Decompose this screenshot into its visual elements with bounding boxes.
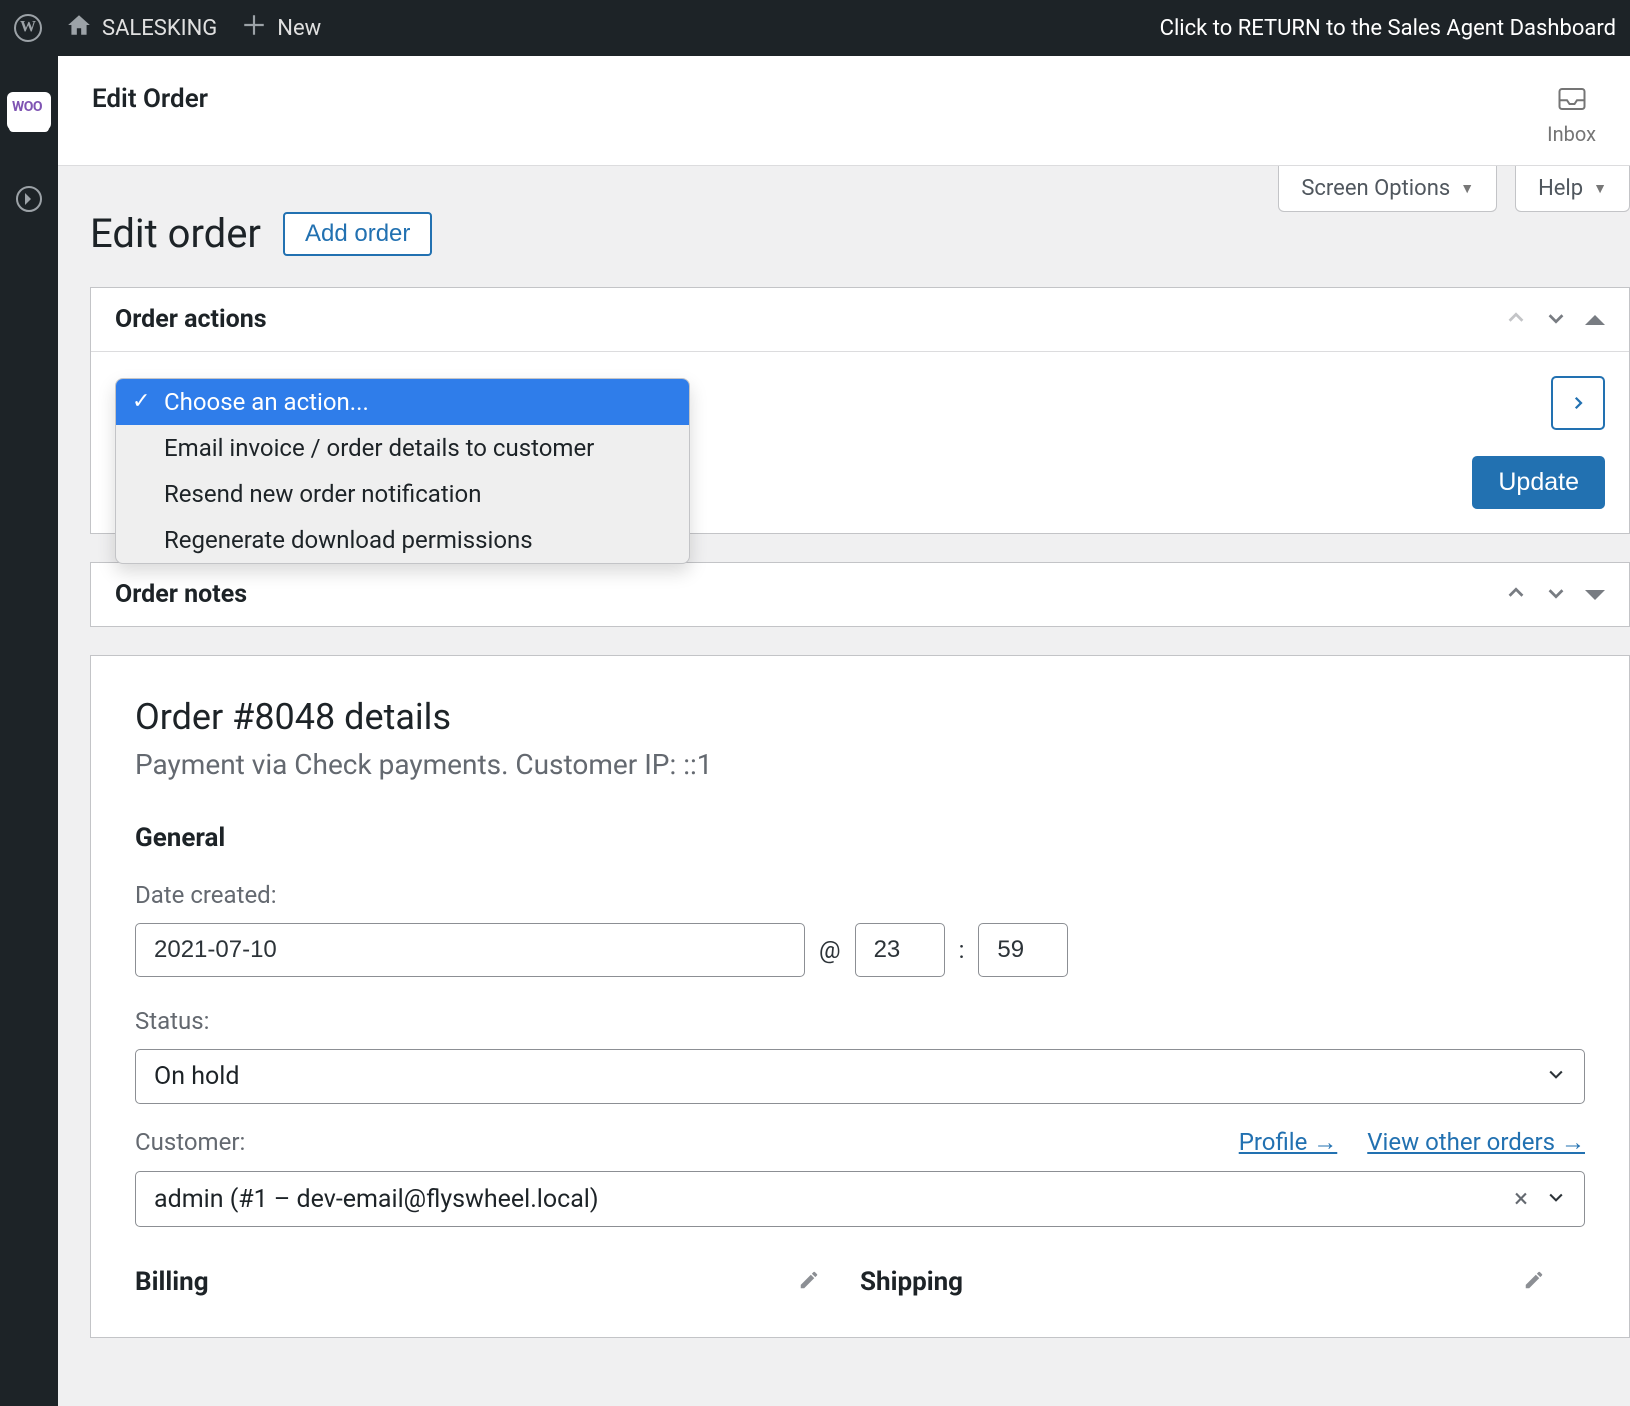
move-up-icon[interactable] xyxy=(1505,307,1527,333)
action-option-email-invoice[interactable]: Email invoice / order details to custome… xyxy=(116,425,689,471)
apply-action-button[interactable] xyxy=(1551,376,1605,430)
help-tab[interactable]: Help ▼ xyxy=(1515,166,1630,212)
at-separator: @ xyxy=(819,936,841,964)
action-option-resend-notification[interactable]: Resend new order notification xyxy=(116,471,689,517)
plus-icon xyxy=(241,12,267,44)
status-label: Status: xyxy=(135,1007,1585,1035)
move-up-icon[interactable] xyxy=(1505,582,1527,608)
help-label: Help xyxy=(1538,176,1583,201)
general-heading: General xyxy=(135,823,1585,853)
customer-select[interactable]: admin (#1 – dev-email@flyswheel.local) × xyxy=(135,1171,1585,1227)
action-option-choose[interactable]: Choose an action... xyxy=(116,379,689,425)
chevron-down-icon xyxy=(1546,1062,1566,1091)
inbox-icon xyxy=(1555,84,1589,114)
woocommerce-menu-icon[interactable]: WOO xyxy=(7,92,51,130)
date-created-label: Date created: xyxy=(135,881,1585,909)
order-notes-metabox: Order notes xyxy=(90,562,1630,627)
move-down-icon[interactable] xyxy=(1545,582,1567,608)
minute-input[interactable] xyxy=(978,923,1068,977)
admin-bar: SALESKING New Click to RETURN to the Sal… xyxy=(0,0,1630,56)
site-name-menu[interactable]: SALESKING xyxy=(66,12,217,44)
add-order-button[interactable]: Add order xyxy=(283,212,432,256)
customer-value: admin (#1 – dev-email@flyswheel.local) xyxy=(154,1185,599,1214)
collapse-menu-icon[interactable] xyxy=(16,186,42,212)
inbox-button[interactable]: Inbox xyxy=(1547,84,1596,146)
colon-separator: : xyxy=(959,936,965,964)
date-created-input[interactable] xyxy=(135,923,805,977)
customer-label: Customer: xyxy=(135,1128,245,1156)
edit-billing-icon[interactable] xyxy=(798,1269,820,1295)
wordpress-logo-icon xyxy=(14,14,42,42)
order-details-title: Order #8048 details xyxy=(135,696,1585,738)
shipping-heading: Shipping xyxy=(860,1267,963,1297)
toggle-panel-icon[interactable] xyxy=(1585,590,1605,600)
chevron-right-icon xyxy=(1569,394,1587,412)
action-option-regenerate-permissions[interactable]: Regenerate download permissions xyxy=(116,517,689,563)
order-notes-title: Order notes xyxy=(115,580,247,609)
update-button[interactable]: Update xyxy=(1472,456,1605,509)
order-action-dropdown[interactable]: Choose an action... Email invoice / orde… xyxy=(115,378,690,564)
new-label: New xyxy=(277,16,321,41)
view-other-orders-link[interactable]: View other orders → xyxy=(1367,1128,1585,1157)
return-dashboard-link[interactable]: Click to RETURN to the Sales Agent Dashb… xyxy=(1160,16,1616,41)
order-details-metabox: Order #8048 details Payment via Check pa… xyxy=(90,655,1630,1338)
profile-link[interactable]: Profile → xyxy=(1239,1128,1338,1157)
chevron-down-icon xyxy=(1546,1185,1566,1214)
status-select[interactable]: On hold xyxy=(135,1049,1585,1104)
wp-logo-menu[interactable] xyxy=(14,14,42,42)
page-title: Edit order xyxy=(90,210,261,257)
woo-top-bar: Edit Order Inbox xyxy=(58,56,1630,166)
caret-down-icon: ▼ xyxy=(1593,180,1607,197)
edit-shipping-icon[interactable] xyxy=(1523,1269,1545,1295)
move-down-icon[interactable] xyxy=(1545,307,1567,333)
screen-options-tab[interactable]: Screen Options ▼ xyxy=(1278,166,1497,212)
toggle-panel-icon[interactable] xyxy=(1585,315,1605,325)
clear-customer-icon[interactable]: × xyxy=(1514,1184,1528,1214)
admin-sidebar: WOO xyxy=(0,56,58,1406)
caret-down-icon: ▼ xyxy=(1460,180,1474,197)
new-content-menu[interactable]: New xyxy=(241,12,321,44)
inbox-label: Inbox xyxy=(1547,122,1596,146)
order-actions-title: Order actions xyxy=(115,305,267,334)
site-name: SALESKING xyxy=(102,16,217,41)
screen-options-label: Screen Options xyxy=(1301,176,1450,201)
woo-label: WOO xyxy=(12,99,42,115)
status-value: On hold xyxy=(154,1062,239,1091)
home-icon xyxy=(66,12,92,44)
hour-input[interactable] xyxy=(855,923,945,977)
billing-heading: Billing xyxy=(135,1267,209,1297)
order-actions-metabox: Order actions Choose an action... Email … xyxy=(90,287,1630,534)
page-context-title: Edit Order xyxy=(92,84,208,114)
order-payment-line: Payment via Check payments. Customer IP:… xyxy=(135,748,1585,781)
